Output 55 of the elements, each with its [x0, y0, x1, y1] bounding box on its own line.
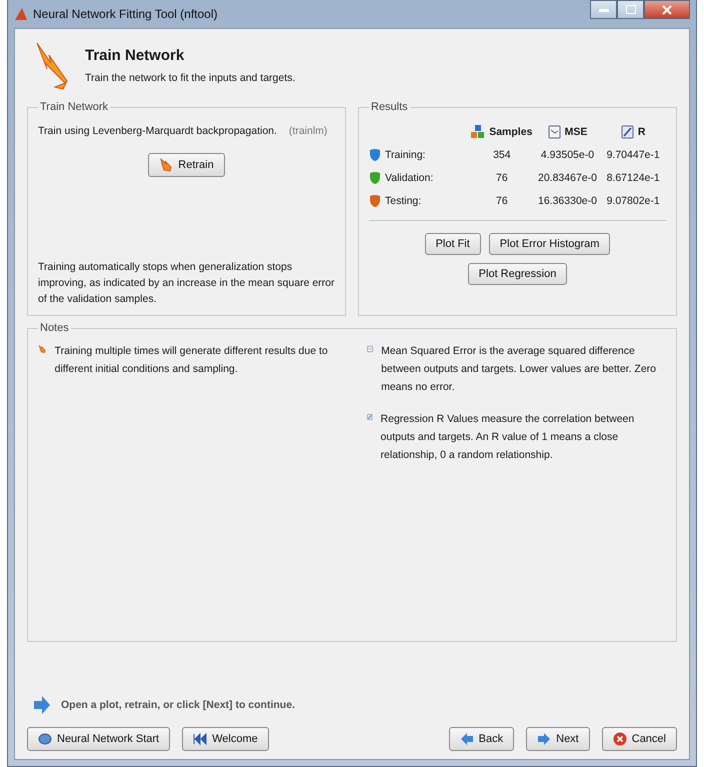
welcome-button[interactable]: Welcome: [182, 727, 269, 751]
cubes-icon: [471, 125, 486, 139]
flame-icon: [38, 342, 47, 356]
table-cell: 20.83467e-0: [538, 172, 597, 184]
row-label: Validation:: [385, 172, 434, 184]
panel-legend: Notes: [38, 322, 71, 334]
note-text: Regression R Values measure the correlation between outputs and targets. An R value of 1 means a close relationship, 0 a random relationship.: [380, 412, 636, 463]
minimize-button[interactable]: [590, 0, 617, 19]
table-cell: 4.93505e-0: [540, 149, 594, 161]
plot-fit-button[interactable]: Plot Fit: [424, 233, 481, 255]
column-header: Samples: [489, 126, 532, 138]
table-cell: 9.70447e-1: [606, 149, 660, 161]
arrow-icon: [33, 695, 51, 715]
globe-icon: [38, 733, 52, 745]
maximize-icon: [626, 5, 636, 14]
rewind-icon: [193, 733, 208, 745]
cancel-button[interactable]: Cancel: [602, 727, 677, 751]
maximize-button[interactable]: [617, 0, 644, 19]
function-text: (trainlm): [288, 125, 328, 137]
algorithm-text: Train using Levenberg-Marquardt backpropagation.: [38, 125, 277, 137]
plot-regression-button[interactable]: Plot Regression: [468, 263, 568, 285]
note-text: Mean Squared Error is the average squared difference between outputs and targets. Lower values are better. Zero means no error.: [381, 344, 658, 395]
row-label: Training:: [385, 149, 426, 161]
cancel-icon: [612, 732, 627, 746]
back-arrow-icon: [460, 733, 474, 745]
stop-note: Training automatically stops when generalization stops improving, as indicated by an increase in the mean square error of the validation samples.: [38, 260, 335, 307]
table-cell: 354: [493, 149, 511, 161]
page-subtitle: Train the network to fit the inputs and targets.: [85, 72, 296, 84]
hint-text: Open a plot, retrain, or click [Next] to continue.: [61, 699, 295, 711]
row-label: Testing:: [385, 195, 422, 207]
table-cell: 76: [496, 195, 508, 207]
back-button[interactable]: Back: [448, 727, 514, 751]
plot-histogram-button[interactable]: Plot Error Histogram: [488, 233, 610, 255]
close-icon: [662, 4, 672, 14]
note-text: Training multiple times will generate different results due to different initial conditions and sampling.: [54, 344, 329, 377]
next-arrow-icon: [537, 733, 552, 745]
minimize-icon: [598, 8, 608, 12]
app-icon: [14, 7, 28, 21]
column-header: R: [638, 126, 646, 138]
column-header: MSE: [564, 126, 588, 138]
start-button[interactable]: Neural Network Start: [27, 727, 170, 751]
pen-icon: [620, 125, 634, 139]
next-button[interactable]: Next: [526, 727, 590, 751]
document-icon: [548, 125, 561, 139]
panel-legend: Train Network: [38, 101, 110, 113]
panel-legend: Results: [369, 101, 410, 113]
table-cell: 76: [496, 172, 508, 184]
table-cell: 16.36330e-0: [538, 195, 597, 207]
close-button[interactable]: [644, 0, 690, 19]
page-title: Train Network: [85, 47, 186, 64]
flame-icon: [159, 158, 174, 172]
window-title: Neural Network Fitting Tool (nftool): [33, 7, 218, 21]
table-cell: 8.67124e-1: [606, 172, 660, 184]
table-cell: 9.07802e-1: [606, 195, 660, 207]
retrain-button[interactable]: Retrain: [148, 153, 225, 177]
